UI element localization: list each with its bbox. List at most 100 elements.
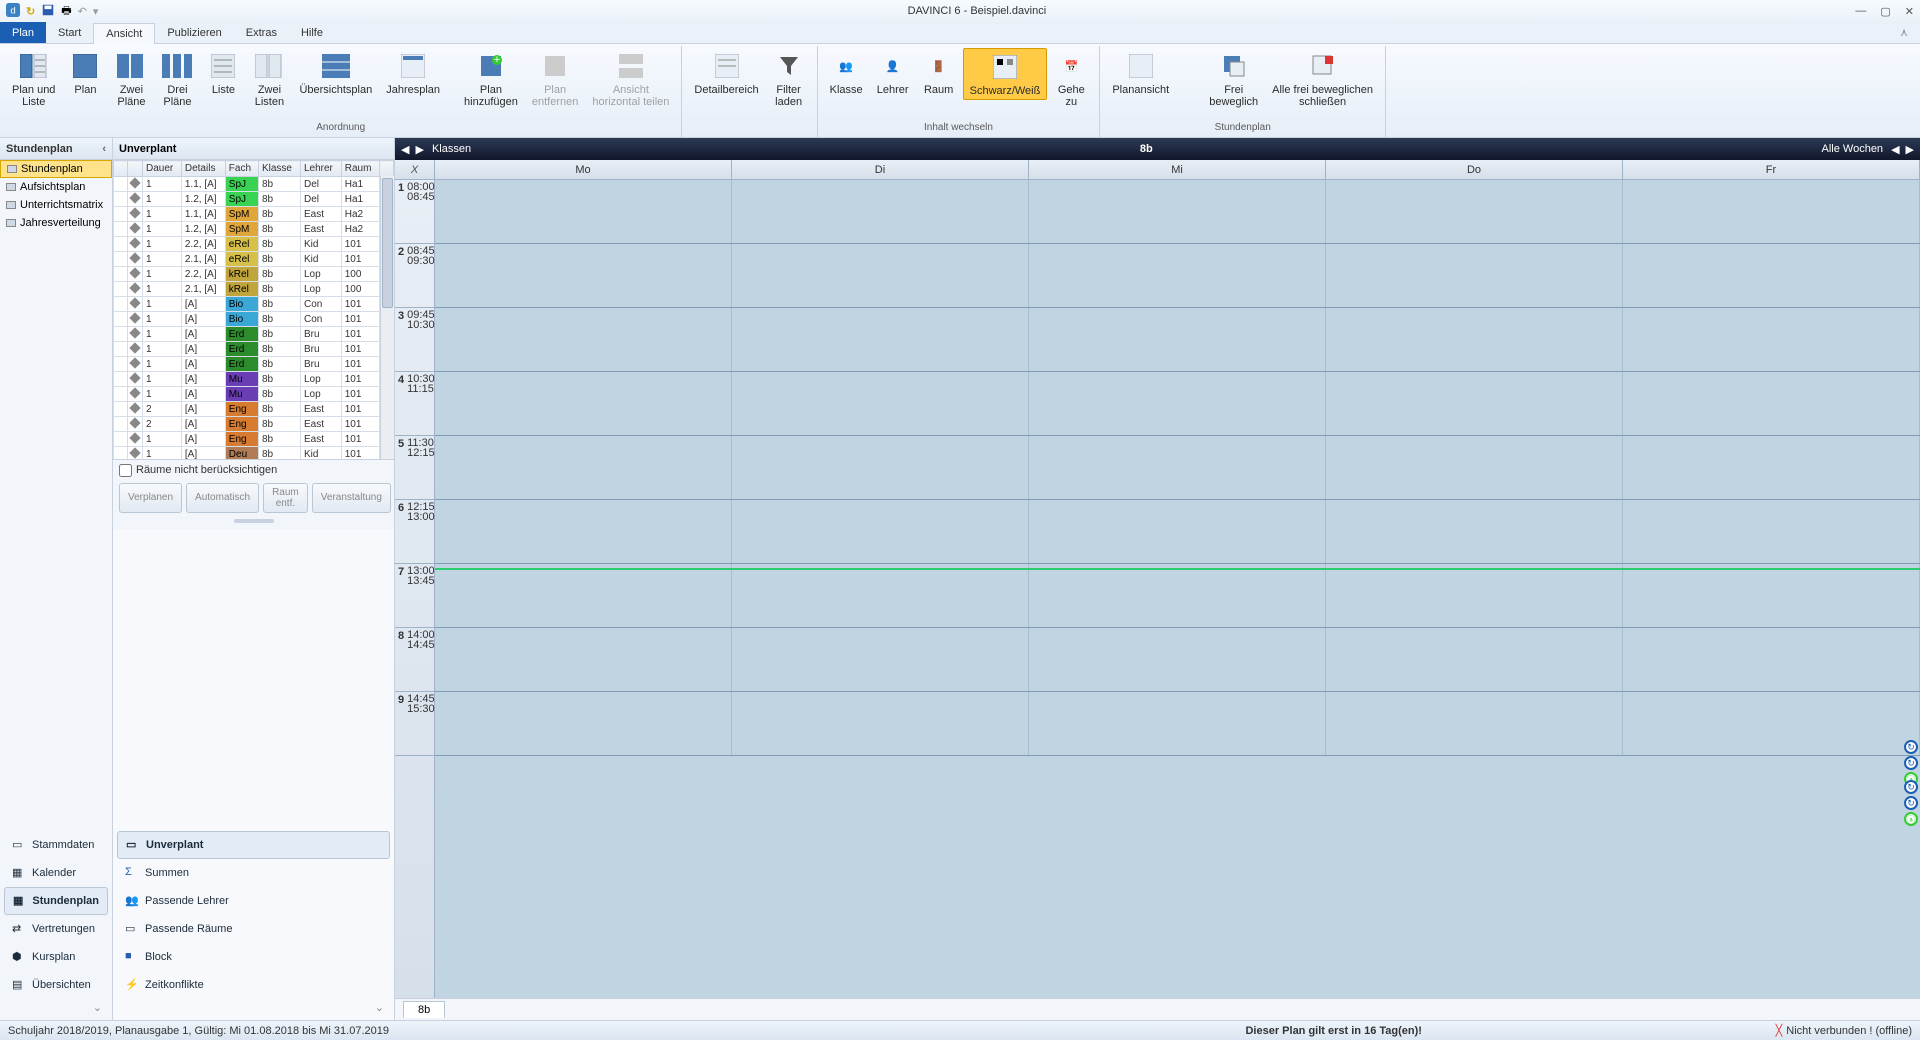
nav-stundenplan[interactable]: Stundenplan — [0, 160, 112, 178]
table-row[interactable]: 2[A]Eng8bEast101 — [114, 417, 394, 432]
table-row[interactable]: 1[A]Mu8bLop101 — [114, 387, 394, 402]
table-row[interactable]: 12.1, [A]eRel8bKid101 — [114, 252, 394, 267]
btn-filter-laden[interactable]: Filter laden — [767, 48, 811, 110]
refresh-icon[interactable]: ↻ — [26, 5, 35, 18]
tab-passende-raeume[interactable]: ▭Passende Räume — [117, 915, 390, 943]
tab-publizieren[interactable]: Publizieren — [155, 22, 233, 43]
btn-drei-plaene[interactable]: Drei Pläne — [155, 48, 199, 110]
btn-lehrer[interactable]: 👤Lehrer — [871, 48, 915, 98]
table-row[interactable]: 1[A]Erd8bBru101 — [114, 327, 394, 342]
btn-automatisch[interactable]: Automatisch — [186, 483, 259, 513]
undo-icon[interactable]: ↶ — [78, 5, 87, 18]
btn-frei-beweglich[interactable]: Frei beweglich — [1203, 48, 1264, 110]
tab-unverplant[interactable]: ▭Unverplant — [117, 831, 390, 859]
table-row[interactable]: 1[A]Erd8bBru101 — [114, 342, 394, 357]
nav-uebersichten[interactable]: ▤Übersichten — [4, 971, 108, 999]
table-row[interactable]: 1[A]Mu8bLop101 — [114, 372, 394, 387]
table-row[interactable]: 11.1, [A]SpJ8bDelHa1 — [114, 177, 394, 192]
schedule-row[interactable] — [435, 692, 1920, 756]
splitter-handle[interactable] — [119, 519, 388, 525]
nav-jahresverteilung[interactable]: Jahresverteilung — [0, 214, 112, 232]
schedule-row[interactable] — [435, 308, 1920, 372]
btn-plan[interactable]: Plan — [63, 48, 107, 98]
schedule-row[interactable] — [435, 244, 1920, 308]
table-row[interactable]: 11.2, [A]SpJ8bDelHa1 — [114, 192, 394, 207]
tab-plan[interactable]: Plan — [0, 22, 46, 43]
tab-passende-lehrer[interactable]: 👥Passende Lehrer — [117, 887, 390, 915]
nav-more-icon[interactable]: ⌄ — [4, 999, 108, 1016]
btn-zwei-plaene[interactable]: Zwei Pläne — [109, 48, 153, 110]
schedule-grid[interactable] — [435, 180, 1920, 998]
nav-aufsichtsplan[interactable]: Aufsichtsplan — [0, 178, 112, 196]
table-row[interactable]: 1[A]Erd8bBru101 — [114, 357, 394, 372]
btn-verplanen[interactable]: Verplanen — [119, 483, 182, 513]
btn-planansicht[interactable]: Planansicht — [1106, 48, 1175, 98]
col-lehrer[interactable]: Lehrer — [300, 161, 341, 177]
time-slot: 410:3011:15 — [395, 372, 434, 436]
nav-stammdaten[interactable]: ▭Stammdaten — [4, 831, 108, 859]
table-row[interactable]: 12.2, [A]eRel8bKid101 — [114, 237, 394, 252]
col-raum[interactable]: Raum — [341, 161, 379, 177]
nav-prev2-icon[interactable]: ◀ — [399, 143, 411, 156]
close-button[interactable]: ✕ — [1905, 5, 1914, 18]
chevron-left-icon[interactable]: ‹ — [102, 143, 106, 155]
tab-start[interactable]: Start — [46, 22, 93, 43]
tab-zeitkonflikte[interactable]: ⚡Zeitkonflikte — [117, 971, 390, 999]
btn-liste[interactable]: Liste — [201, 48, 245, 98]
table-row[interactable]: 11.1, [A]SpM8bEastHa2 — [114, 207, 394, 222]
nav-kursplan[interactable]: ⬢Kursplan — [4, 943, 108, 971]
schedule-row[interactable] — [435, 500, 1920, 564]
nav-week-next-icon[interactable]: ▶ — [1904, 143, 1916, 156]
nav-stundenplan2[interactable]: ▦Stundenplan — [4, 887, 108, 915]
save-icon[interactable] — [41, 3, 55, 20]
schedule-row[interactable] — [435, 564, 1920, 628]
schedule-row[interactable] — [435, 372, 1920, 436]
btn-detailbereich[interactable]: Detailbereich — [688, 48, 764, 98]
schedule-row[interactable] — [435, 180, 1920, 244]
schedule-row[interactable] — [435, 628, 1920, 692]
table-row[interactable]: 1[A]Bio8bCon101 — [114, 297, 394, 312]
btn-raum-entf[interactable]: Raum entf. — [263, 483, 308, 513]
btn-alle-frei-schliessen[interactable]: Alle frei beweglichen schließen — [1266, 48, 1379, 110]
table-row[interactable]: 12.2, [A]kRel8bLop100 — [114, 267, 394, 282]
btn-plan-hinzufuegen[interactable]: +Plan hinzufügen — [458, 48, 524, 110]
tab-block[interactable]: ■Block — [117, 943, 390, 971]
tab-ansicht[interactable]: Ansicht — [93, 23, 155, 44]
table-row[interactable]: 11.2, [A]SpM8bEastHa2 — [114, 222, 394, 237]
btn-gehe-zu[interactable]: 📅Gehe zu — [1049, 48, 1093, 110]
scrollbar-vertical[interactable] — [380, 176, 394, 459]
nav-vertretungen[interactable]: ⇄Vertretungen — [4, 915, 108, 943]
tab-extras[interactable]: Extras — [234, 22, 289, 43]
ribbon-collapse-icon[interactable]: ⋏ — [1888, 22, 1920, 43]
table-row[interactable]: 1[A]Deu8bKid101 — [114, 447, 394, 459]
tab-summen[interactable]: ΣSummen — [117, 859, 390, 887]
schedule-row[interactable] — [435, 436, 1920, 500]
table-row[interactable]: 2[A]Eng8bEast101 — [114, 402, 394, 417]
btn-plan-und-liste[interactable]: Plan und Liste — [6, 48, 61, 110]
btn-zwei-listen[interactable]: Zwei Listen — [247, 48, 291, 110]
col-klasse[interactable]: Klasse — [258, 161, 300, 177]
nav2-more-icon[interactable]: ⌄ — [117, 999, 390, 1016]
btn-jahresplan[interactable]: Jahresplan — [380, 48, 446, 98]
btn-schwarzweiss[interactable]: Schwarz/Weiß — [963, 48, 1048, 100]
col-dauer[interactable]: Dauer — [143, 161, 182, 177]
btn-raum[interactable]: 🚪Raum — [917, 48, 961, 98]
tab-hilfe[interactable]: Hilfe — [289, 22, 335, 43]
maximize-button[interactable]: ▢ — [1880, 5, 1890, 18]
nav-kalender[interactable]: ▦Kalender — [4, 859, 108, 887]
minimize-button[interactable]: — — [1855, 5, 1866, 17]
nav-next2-icon[interactable]: ▶ — [413, 143, 425, 156]
btn-veranstaltung[interactable]: Veranstaltung — [312, 483, 391, 513]
chk-raeume[interactable]: Räume nicht berücksichtigen — [119, 464, 388, 477]
table-row[interactable]: 1[A]Eng8bEast101 — [114, 432, 394, 447]
col-details[interactable]: Details — [181, 161, 225, 177]
btn-klasse[interactable]: 👥Klasse — [824, 48, 869, 98]
col-fach[interactable]: Fach — [225, 161, 258, 177]
btn-uebersichtsplan[interactable]: Übersichtsplan — [293, 48, 378, 98]
table-row[interactable]: 12.1, [A]kRel8bLop100 — [114, 282, 394, 297]
nav-week-prev-icon[interactable]: ◀ — [1889, 143, 1901, 156]
nav-unterrichtsmatrix[interactable]: Unterrichtsmatrix — [0, 196, 112, 214]
table-row[interactable]: 1[A]Bio8bCon101 — [114, 312, 394, 327]
print-icon[interactable]: 🖶 — [61, 2, 71, 21]
schedule-tab[interactable]: 8b — [403, 1001, 445, 1018]
